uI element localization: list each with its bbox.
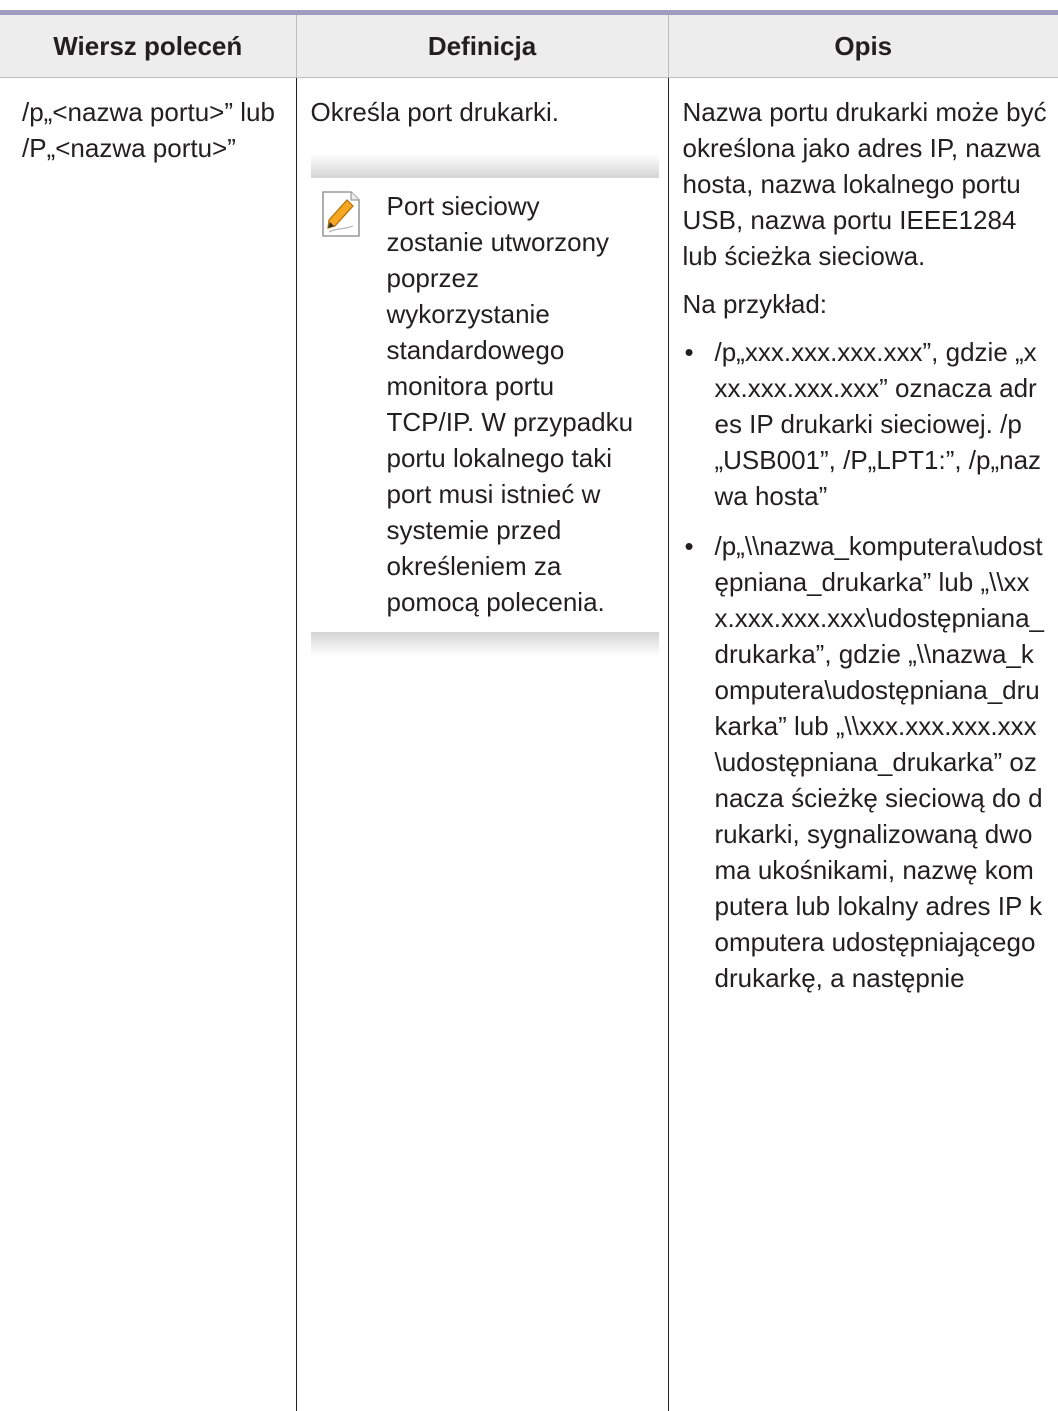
definition-cell: Określa port drukarki. Port sieciowy zos… — [295, 77, 668, 1411]
note-box: Port sieciowy zostanie utworzony poprzez… — [310, 154, 659, 656]
header-definition: Definicja — [295, 15, 668, 78]
description-intro: Nazwa portu drukarki może być określona … — [682, 97, 1047, 271]
note-bottom-bar — [310, 632, 659, 656]
bullet-icon: • — [684, 337, 694, 367]
bullet-icon: • — [684, 531, 694, 561]
example-text: /p„xxx.xxx.xxx.xxx”, gdzie „xxx.xxx.xxx.… — [714, 337, 1042, 511]
table-row: /p„<nazwa portu>” lub /P„<nazwa portu>” … — [0, 77, 1058, 1411]
command-text: /p„<nazwa portu>” lub /P„<nazwa portu>” — [22, 97, 275, 163]
command-cell: /p„<nazwa portu>” lub /P„<nazwa portu>” — [0, 78, 296, 1411]
note-top-bar — [310, 154, 659, 178]
command-table: Wiersz poleceń Definicja Opis /p„<nazwa … — [0, 15, 1058, 1411]
list-item: • /p„\\nazwa_komputera\udostępniana_druk… — [683, 528, 1049, 996]
manual-page: Wiersz poleceń Definicja Opis /p„<nazwa … — [0, 0, 1058, 1411]
header-description: Opis — [667, 15, 1058, 78]
list-item: • /p„xxx.xxx.xxx.xxx”, gdzie „xxx.xxx.xx… — [683, 334, 1049, 514]
example-text: /p„\\nazwa_komputera\udostępniana_drukar… — [714, 531, 1045, 993]
example-list: • /p„xxx.xxx.xxx.xxx”, gdzie „xxx.xxx.xx… — [683, 334, 1049, 996]
header-command: Wiersz poleceń — [0, 15, 296, 78]
note-text: Port sieciowy zostanie utworzony poprzez… — [386, 191, 634, 617]
note-pencil-icon — [321, 190, 361, 238]
example-label: Na przykład: — [682, 289, 828, 319]
table-header-row: Wiersz poleceń Definicja Opis — [0, 15, 1058, 78]
description-cell: Nazwa portu drukarki może być określona … — [667, 77, 1058, 1411]
definition-text: Określa port drukarki. — [310, 97, 560, 127]
